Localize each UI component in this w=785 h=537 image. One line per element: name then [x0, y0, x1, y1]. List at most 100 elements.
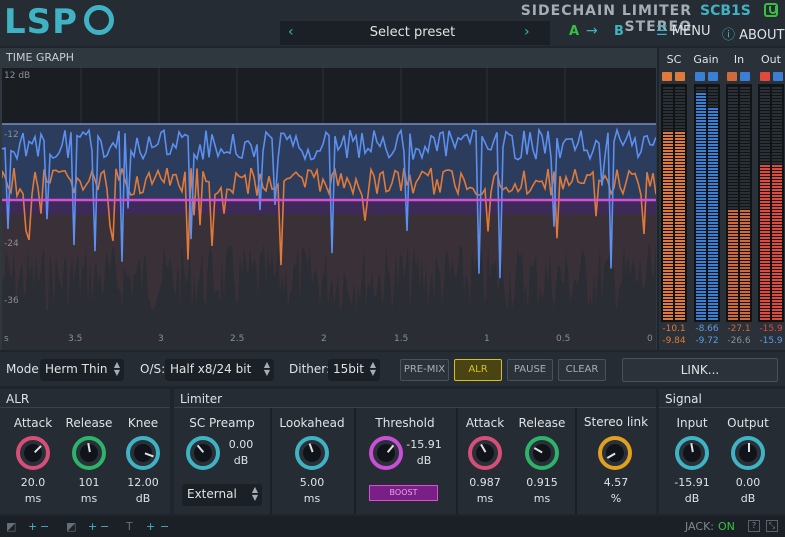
link-button[interactable]: LINK... [622, 358, 778, 382]
limiter-release-value: 0.915 [526, 476, 558, 489]
gain-meter-segment [696, 288, 706, 290]
sc-meter-segment [663, 279, 673, 281]
x-label-unit: s [4, 334, 9, 344]
gain-meter-segment [696, 126, 706, 128]
font-plus-icon[interactable]: + [146, 520, 155, 533]
in-meter-segment [740, 249, 750, 251]
limiter-attack-knob[interactable] [468, 436, 502, 470]
out-meter-toggle-l[interactable] [760, 72, 770, 81]
in-meter-segment [728, 312, 738, 314]
sc-meter-segment [663, 135, 673, 137]
gain-meter-segment [696, 240, 706, 242]
in-meter-segment [740, 156, 750, 158]
sc-meter-segment [663, 264, 673, 266]
menu-button[interactable]: ☰ MENU [656, 24, 710, 39]
out-meter-toggle-r[interactable] [773, 72, 783, 81]
mode-select[interactable]: Herm Thin ▲ ▼ [40, 359, 124, 381]
out-meter-segment [760, 147, 770, 149]
y-label-m12: -12 [4, 130, 19, 140]
in-meter-segment [740, 105, 750, 107]
layout-minus-icon[interactable]: − [100, 520, 109, 533]
pre-mix-button[interactable]: PRE-MIX [400, 359, 449, 381]
in-meter-segment [740, 171, 750, 173]
out-meter-segment [772, 231, 782, 233]
alr-release-knob[interactable] [72, 436, 106, 470]
in-meter-segment [728, 108, 738, 110]
sc-meter-segment [675, 144, 685, 146]
in-meter-segment [740, 90, 750, 92]
in-meter-segment [728, 309, 738, 311]
sc-meter-segment [663, 99, 673, 101]
gain-meter-segment [696, 180, 706, 182]
gain-meter-segment [696, 111, 706, 113]
time-graph[interactable]: 12 dB -12 -24 -36 s 3.5 3 2.5 2 1.5 1 0.… [2, 68, 656, 350]
in-meter-toggle-r[interactable] [740, 72, 750, 81]
threshold-knob[interactable] [369, 436, 403, 470]
font-minus-icon[interactable]: − [160, 520, 169, 533]
gain-meter-segment [708, 243, 718, 245]
clear-button[interactable]: CLEAR [558, 359, 606, 381]
gain-meter-segment [696, 141, 706, 143]
divider [0, 407, 170, 408]
sc-meter-toggle-r[interactable] [675, 72, 685, 81]
sc-preamp-knob[interactable] [186, 436, 220, 470]
output-gain-knob[interactable] [731, 436, 765, 470]
out-meter-segment [760, 168, 770, 170]
out-meter-segment [772, 219, 782, 221]
help-icon[interactable]: ? [748, 520, 760, 532]
chevron-right-icon[interactable]: › [524, 24, 530, 40]
gain-meter-segment [708, 201, 718, 203]
layout-plus-icon[interactable]: + [88, 520, 97, 533]
out-meter-segment [760, 255, 770, 257]
in-meter-segment [740, 276, 750, 278]
window-size-icon[interactable]: ◩ [6, 520, 16, 533]
sc-meter-toggle-l[interactable] [662, 72, 672, 81]
out-meter-segment [772, 198, 782, 200]
zoom-out-icon[interactable]: − [40, 520, 49, 533]
sc-preamp-label: SC Preamp [189, 416, 255, 430]
alr-button[interactable]: ALR [454, 359, 502, 381]
alr-knee-knob[interactable] [126, 436, 160, 470]
chevron-left-icon[interactable]: ‹ [288, 24, 294, 40]
sc-source-select[interactable]: External ▲ ▼ [182, 484, 262, 506]
gain-meter-segment [708, 261, 718, 263]
gain-meter-segment [708, 228, 718, 230]
layout-icon[interactable]: ◩ [66, 520, 76, 533]
gain-meter-segment [696, 174, 706, 176]
sc-meter-segment [675, 96, 685, 98]
font-size-icon[interactable]: T [126, 520, 133, 533]
sc-meter-value-r: -9.84 [662, 336, 686, 346]
in-meter-segment [740, 120, 750, 122]
limiter-release-knob[interactable] [525, 436, 559, 470]
out-meter-segment [760, 309, 770, 311]
out-meter-segment [772, 312, 782, 314]
gain-meter-toggle-l[interactable] [695, 72, 705, 81]
about-button[interactable]: ⓘ ABOUT [722, 24, 784, 43]
alr-attack-knob[interactable] [16, 436, 50, 470]
out-meter-segment [760, 237, 770, 239]
stereo-link-knob[interactable] [598, 436, 632, 470]
lookahead-knob[interactable] [295, 436, 329, 470]
power-icon[interactable] [764, 3, 778, 17]
sc-meter-segment [663, 126, 673, 128]
input-gain-knob[interactable] [675, 436, 709, 470]
zoom-in-icon[interactable]: + [28, 520, 37, 533]
out-meter-segment [772, 159, 782, 161]
preset-label[interactable]: Select preset [330, 25, 495, 40]
ab-b-button[interactable]: B [614, 24, 624, 39]
in-meter-toggle-l[interactable] [727, 72, 737, 81]
limiter-title: Limiter [180, 392, 223, 406]
out-meter-segment [772, 222, 782, 224]
dither-select[interactable]: 15bit ▲ ▼ [328, 359, 380, 381]
gain-meter-segment [696, 132, 706, 134]
gain-meter-toggle-r[interactable] [708, 72, 718, 81]
oversampling-select[interactable]: Half x8/24 bit ▲ ▼ [165, 359, 274, 381]
pause-button[interactable]: PAUSE [507, 359, 553, 381]
boost-button[interactable]: BOOST [369, 485, 438, 501]
limiter-release-label: Release [518, 416, 566, 430]
sc-meter-segment [663, 102, 673, 104]
sc-meter-segment [675, 99, 685, 101]
resize-icon[interactable]: ⤡ [766, 520, 778, 532]
ab-a-button[interactable]: A [569, 24, 579, 39]
ab-arrow-icon[interactable]: → [586, 23, 598, 39]
